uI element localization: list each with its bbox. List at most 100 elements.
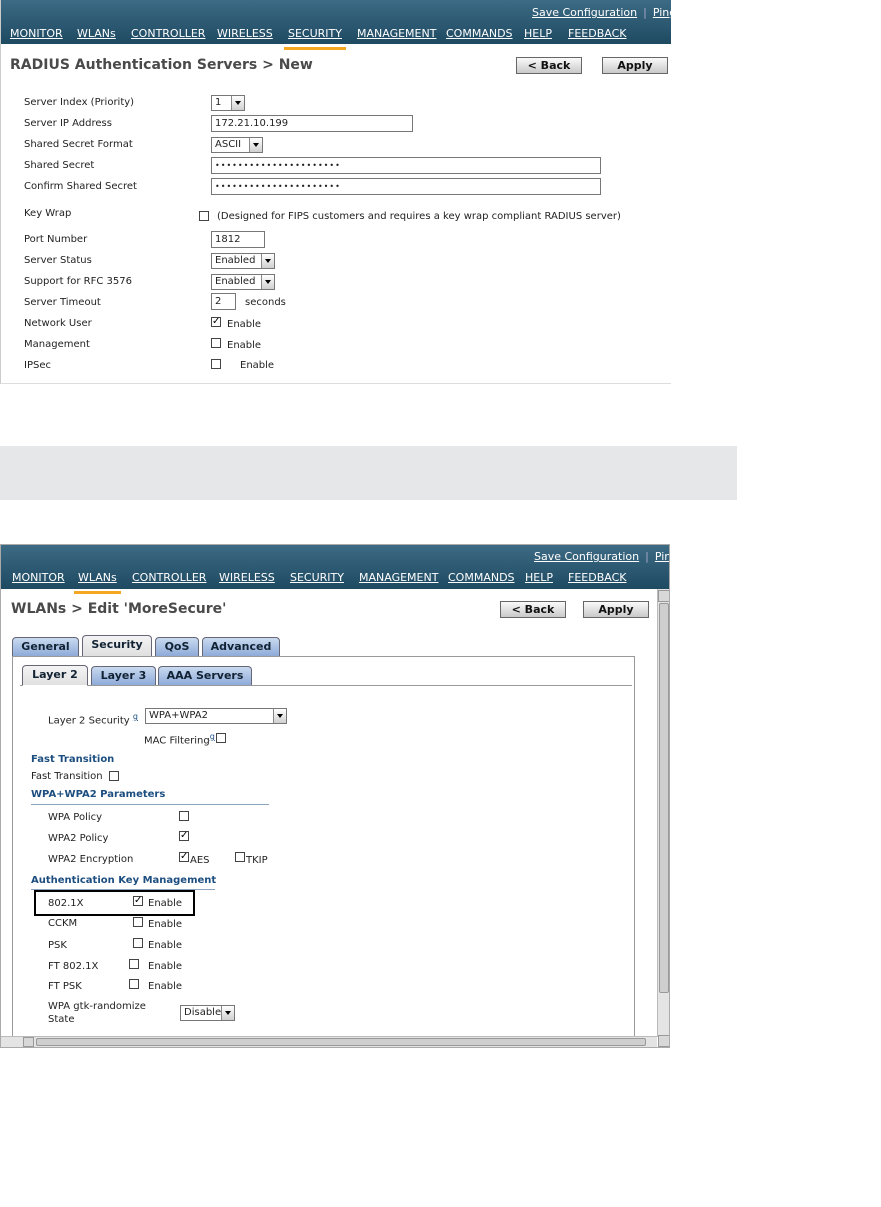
- nav-controller[interactable]: CONTROLLER: [131, 27, 205, 40]
- save-configuration-link[interactable]: Save Configuration: [526, 6, 643, 19]
- subtab-aaa-servers[interactable]: AAA Servers: [158, 666, 252, 685]
- mac-filtering-label: MAC Filteringg: [144, 732, 215, 746]
- shared-secret-input[interactable]: ••••••••••••••••••••••: [211, 157, 601, 174]
- scroll-thumb-horizontal[interactable]: [36, 1038, 646, 1046]
- ipsec-checkbox[interactable]: [211, 359, 221, 369]
- nav-security[interactable]: SECURITY: [290, 571, 344, 584]
- mac-filtering-checkbox[interactable]: [216, 733, 226, 743]
- subtab-strip: [20, 685, 632, 686]
- nav-commands[interactable]: COMMANDS: [446, 27, 513, 40]
- chevron-down-icon: [261, 275, 274, 289]
- akm-cckm-enable: Enable: [148, 919, 183, 930]
- wpa-policy-checkbox[interactable]: [179, 811, 189, 821]
- scroll-left-icon[interactable]: [23, 1037, 34, 1047]
- akm-ftpsk-enable: Enable: [148, 981, 183, 992]
- nav-feedback[interactable]: FEEDBACK: [568, 571, 626, 584]
- timeout-unit: seconds: [245, 297, 286, 308]
- nav-wireless[interactable]: WIRELESS: [219, 571, 275, 584]
- nav-monitor[interactable]: MONITOR: [12, 571, 65, 584]
- help-icon[interactable]: g: [210, 732, 215, 741]
- chevron-down-icon: [261, 254, 274, 268]
- apply-button[interactable]: Apply: [602, 57, 668, 74]
- nav-management[interactable]: MANAGEMENT: [359, 571, 438, 584]
- wpa-params-heading: WPA+WPA2 Parameters: [31, 789, 166, 800]
- scroll-up-icon[interactable]: [658, 590, 669, 602]
- tkip-checkbox[interactable]: [235, 852, 245, 862]
- server-status-value: Enabled: [215, 255, 256, 266]
- scroll-down-icon[interactable]: [658, 1035, 669, 1047]
- nav-management[interactable]: MANAGEMENT: [357, 27, 436, 40]
- nav-feedback[interactable]: FEEDBACK: [568, 27, 626, 40]
- server-status-select[interactable]: Enabled: [211, 253, 275, 269]
- server-index-select[interactable]: 1: [211, 95, 245, 111]
- akm-ft8021x-checkbox[interactable]: [129, 959, 139, 969]
- aes-label: AES: [190, 855, 210, 866]
- nav-wireless[interactable]: WIRELESS: [217, 27, 273, 40]
- subtab-layer-2[interactable]: Layer 2: [22, 665, 88, 686]
- nav-controller[interactable]: CONTROLLER: [132, 571, 206, 584]
- akm-8021x-checkbox[interactable]: ✓: [133, 896, 143, 906]
- akm-8021x-label: 802.1X: [48, 898, 84, 909]
- server-timeout-label: Server Timeout: [24, 297, 101, 308]
- nav-commands[interactable]: COMMANDS: [448, 571, 515, 584]
- back-button[interactable]: < Back: [516, 57, 582, 74]
- key-wrap-checkbox[interactable]: [199, 211, 209, 221]
- apply-button[interactable]: Apply: [583, 601, 649, 618]
- server-status-label: Server Status: [24, 255, 92, 266]
- page-title: WLANs > Edit 'MoreSecure': [11, 601, 227, 617]
- page-title: RADIUS Authentication Servers > New: [10, 57, 313, 73]
- gtk-randomize-select[interactable]: Disable: [180, 1005, 235, 1021]
- port-number-input[interactable]: 1812: [211, 231, 265, 248]
- ping-link[interactable]: Ping: [649, 550, 669, 563]
- subtab-layer-3[interactable]: Layer 3: [91, 666, 156, 685]
- server-ip-label: Server IP Address: [24, 118, 112, 129]
- gtk-state-label: State: [48, 1014, 75, 1025]
- nav-monitor[interactable]: MONITOR: [10, 27, 63, 40]
- akm-8021x-enable: Enable: [148, 898, 183, 909]
- akm-ft8021x-enable: Enable: [148, 961, 183, 972]
- nav-wlans[interactable]: WLANs: [74, 571, 121, 594]
- fast-transition-checkbox[interactable]: [109, 771, 119, 781]
- secret-format-select[interactable]: ASCII: [211, 137, 263, 153]
- layer2-security-select[interactable]: WPA+WPA2: [145, 708, 287, 724]
- server-ip-input[interactable]: 172.21.10.199: [211, 115, 413, 132]
- akm-psk-checkbox[interactable]: [133, 938, 143, 948]
- server-timeout-input[interactable]: 2: [211, 293, 236, 310]
- confirm-secret-label: Confirm Shared Secret: [24, 181, 137, 192]
- management-label: Management: [24, 339, 90, 350]
- management-checkbox[interactable]: [211, 338, 221, 348]
- layer2-security-value: WPA+WPA2: [149, 710, 208, 721]
- nav-help[interactable]: HELP: [524, 27, 552, 40]
- help-icon[interactable]: g: [133, 712, 138, 721]
- server-index-label: Server Index (Priority): [24, 97, 135, 108]
- tkip-label: TKIP: [246, 855, 268, 866]
- nav-wlans[interactable]: WLANs: [77, 27, 116, 40]
- save-configuration-link[interactable]: Save Configuration: [528, 550, 645, 563]
- management-enable: Enable: [227, 340, 262, 351]
- scroll-thumb-vertical[interactable]: [659, 603, 669, 993]
- aes-checkbox[interactable]: ✓: [179, 852, 189, 862]
- confirm-secret-input[interactable]: ••••••••••••••••••••••: [211, 178, 601, 195]
- chevron-down-icon: [221, 1006, 234, 1020]
- network-user-checkbox[interactable]: ✓: [211, 317, 221, 327]
- tab-general[interactable]: General: [12, 637, 79, 656]
- rfc-3576-select[interactable]: Enabled: [211, 274, 275, 290]
- fast-transition-label: Fast Transition: [31, 771, 103, 782]
- nav-security[interactable]: SECURITY: [284, 27, 346, 50]
- top-links: Save Configuration|Ping: [526, 6, 682, 19]
- tab-security[interactable]: Security: [82, 635, 152, 656]
- gtk-randomize-label: WPA gtk-randomize: [48, 1001, 146, 1012]
- secret-format-label: Shared Secret Format: [24, 139, 133, 150]
- nav-help[interactable]: HELP: [525, 571, 553, 584]
- wpa2-policy-checkbox[interactable]: ✓: [179, 831, 189, 841]
- fast-transition-heading: Fast Transition: [31, 754, 115, 765]
- akm-ftpsk-checkbox[interactable]: [129, 979, 139, 989]
- layer2-security-text: Layer 2 Security: [48, 715, 130, 727]
- akm-cckm-checkbox[interactable]: [133, 917, 143, 927]
- tab-qos[interactable]: QoS: [155, 637, 199, 656]
- tab-advanced[interactable]: Advanced: [202, 637, 280, 656]
- back-button[interactable]: < Back: [500, 601, 566, 618]
- ping-link[interactable]: Ping: [647, 6, 682, 19]
- akm-cckm-label: CCKM: [48, 918, 78, 929]
- akm-psk-label: PSK: [48, 940, 67, 951]
